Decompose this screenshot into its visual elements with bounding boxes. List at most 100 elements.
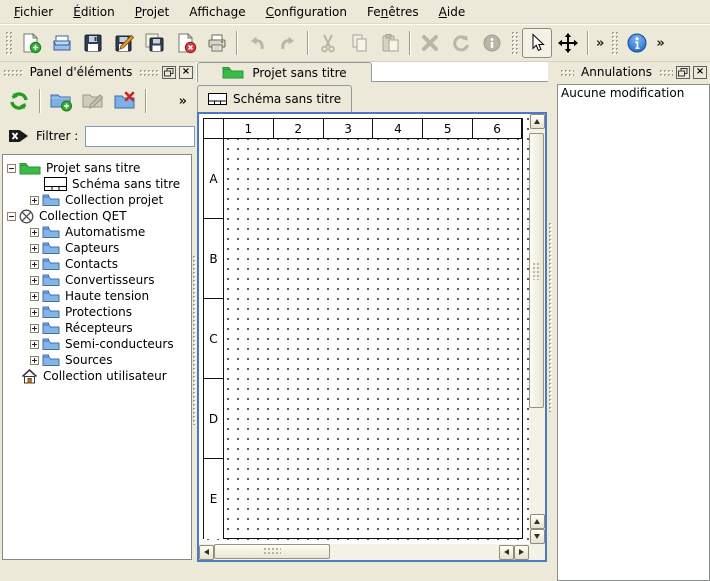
tree-item-label: Protections [63,305,132,319]
undo-list-item[interactable]: Aucune modification [558,85,709,102]
toolbar-handle[interactable] [5,31,12,55]
expand-icon[interactable] [30,340,39,349]
print-button[interactable] [202,28,232,58]
menu-configuration[interactable]: Configuration [256,2,357,22]
blue-folder-icon [42,274,60,286]
collapse-icon[interactable] [7,164,16,173]
horizontal-scrollbar-track[interactable] [214,544,499,560]
vertical-scrollbar-track[interactable] [529,129,545,514]
expand-icon[interactable] [30,308,39,317]
expand-icon[interactable] [30,228,39,237]
toolbar-overflow-button[interactable]: » [593,36,607,51]
expand-icon[interactable] [30,276,39,285]
delete-button[interactable] [415,28,445,58]
vertical-scrollbar-thumb[interactable] [529,133,544,408]
tree-item-contacts[interactable]: Contacts [3,256,191,272]
horizontal-scrollbar[interactable] [199,544,529,560]
toolbar-overflow-button[interactable]: » [653,36,667,51]
tree-item-semi-conducteurs[interactable]: Semi-conducteurs [3,336,191,352]
tree-item-convertisseurs[interactable]: Convertisseurs [3,272,191,288]
project-tabbar: Projet sans titre [196,62,548,82]
tree-item-haute-tension[interactable]: Haute tension [3,288,191,304]
undo-panel-titlebar[interactable]: Annulations × [557,62,710,82]
rotate-button[interactable] [446,28,476,58]
dock-title: Annulations [577,65,656,79]
delete-category-button[interactable] [110,86,140,116]
tree-item-label: Collection QET [37,209,127,223]
open-file-button[interactable] [47,28,77,58]
tree-item-recepteurs[interactable]: Récepteurs [3,320,191,336]
redo-button[interactable] [273,28,303,58]
expand-icon[interactable] [30,356,39,365]
horizontal-scrollbar-thumb[interactable] [214,544,330,559]
tree-item-label: Capteurs [63,241,119,255]
expand-icon[interactable] [30,324,39,333]
panel-toolbar-overflow-button[interactable]: » [176,94,190,109]
toolbar-handle[interactable] [611,31,618,55]
tree-item-projet-sans-titre[interactable]: Projet sans titre [3,160,191,176]
scroll-up-button[interactable] [530,514,545,529]
tree-item-collection-qet[interactable]: Collection QET [3,208,191,224]
elements-panel-titlebar[interactable]: Panel d'éléments × [0,62,196,82]
clear-filter-icon[interactable] [8,128,29,144]
collapse-icon[interactable] [7,212,16,221]
copy-button[interactable] [344,28,374,58]
menu-fenetres[interactable]: Fenêtres [357,2,429,22]
new-category-button[interactable] [46,86,76,116]
scroll-left-button[interactable] [199,545,214,560]
info-blue-button[interactable] [622,28,652,58]
tab-schema-sans-titre[interactable]: Schéma sans titre [197,85,352,112]
save-button[interactable] [78,28,108,58]
undo-button[interactable] [242,28,272,58]
close-file-button[interactable] [171,28,201,58]
filter-input[interactable] [85,126,195,147]
menu-fichier[interactable]: Fichier [4,2,63,22]
tree-item-protections[interactable]: Protections [3,304,191,320]
expand-icon[interactable] [30,196,39,205]
arrow-down-icon [534,534,540,539]
expand-icon[interactable] [30,292,39,301]
dock-close-button[interactable]: × [179,66,193,79]
diagram-canvas[interactable]: 1 2 3 4 5 6 A B C D E [199,114,529,544]
vertical-scrollbar[interactable] [529,114,545,544]
dock-float-button[interactable] [162,66,176,79]
expand-icon[interactable] [30,260,39,269]
menu-projet[interactable]: Projet [125,2,179,22]
tree-item-automatisme[interactable]: Automatisme [3,224,191,240]
menu-affichage[interactable]: Affichage [179,2,255,22]
tree-item-schema-sans-titre[interactable]: Schéma sans titre [3,176,191,192]
refresh-collections-button[interactable] [4,86,34,116]
save-as-button[interactable] [109,28,139,58]
scroll-down-button[interactable] [530,529,545,544]
info-gray-button[interactable] [477,28,507,58]
move-tool-button[interactable] [553,28,583,58]
tab-projet-sans-titre[interactable]: Projet sans titre [197,62,372,82]
right-splitter-handle[interactable] [548,222,552,412]
cut-button[interactable] [313,28,343,58]
select-tool-button[interactable] [522,28,552,58]
diagram-row-header: A [204,139,224,219]
dock-float-button[interactable] [676,66,690,79]
paste-button[interactable] [375,28,405,58]
scroll-up-button[interactable] [530,114,545,129]
expand-icon[interactable] [30,244,39,253]
save-all-button[interactable] [140,28,170,58]
toolbar-handle[interactable] [511,31,518,55]
menubar: Fichier Édition Projet Affichage Configu… [0,0,710,24]
menu-edition[interactable]: Édition [63,2,125,22]
blue-folder-icon [42,258,60,270]
tree-item-capteurs[interactable]: Capteurs [3,240,191,256]
scroll-left-button[interactable] [499,545,514,560]
tree-item-collection-projet[interactable]: Collection projet [3,192,191,208]
menu-aide[interactable]: Aide [429,2,476,22]
new-document-button[interactable] [16,28,46,58]
diagram-column-header: 6 [473,119,522,139]
dock-close-button[interactable]: × [693,66,707,79]
arrow-left-icon [204,549,209,555]
tree-item-collection-utilisateur[interactable]: Collection utilisateur [3,368,191,384]
tree-item-sources[interactable]: Sources [3,352,191,368]
cut-icon [317,32,339,54]
blue-folder-icon [42,290,60,302]
scroll-right-button[interactable] [514,545,529,560]
edit-category-button[interactable] [78,86,108,116]
